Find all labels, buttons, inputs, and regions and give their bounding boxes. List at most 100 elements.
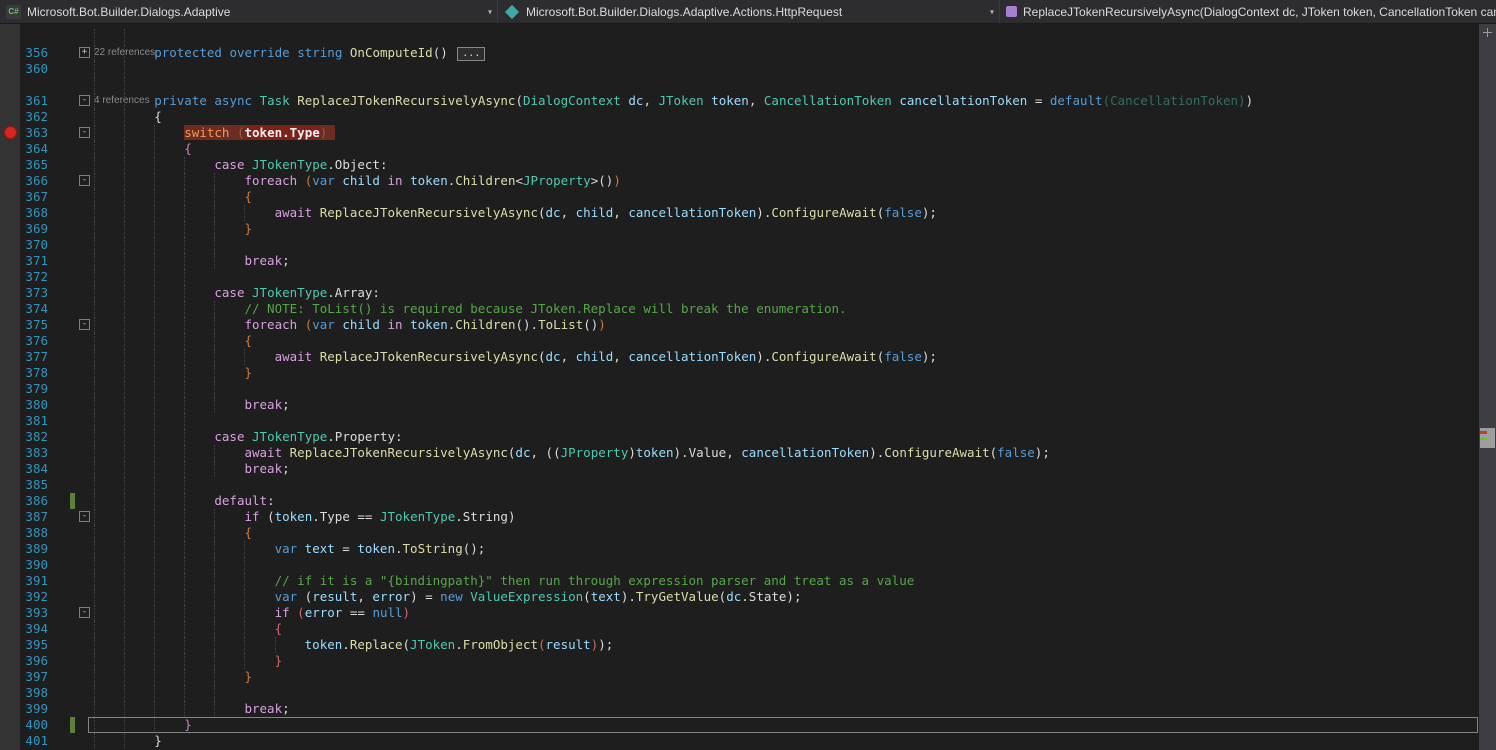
breakpoint-margin[interactable] [0, 301, 20, 317]
line-number[interactable]: 386 [20, 493, 48, 509]
code-content[interactable]: 22 references [94, 29, 1479, 58]
line-number[interactable]: 398 [20, 685, 48, 701]
scrollbar-splitter-grip[interactable] [1479, 24, 1496, 41]
code-content[interactable]: protected override string OnComputeId() … [94, 45, 1479, 61]
code-content[interactable]: { [94, 189, 1479, 205]
line-number[interactable]: 391 [20, 573, 48, 589]
collapsed-region-box[interactable]: ... [457, 46, 486, 61]
code-content[interactable]: } [94, 669, 1479, 685]
breakpoint-margin[interactable] [0, 429, 20, 445]
breakpoint-margin[interactable] [0, 733, 20, 749]
code-content[interactable]: foreach (var child in token.Children<JPr… [94, 173, 1479, 189]
breakpoint-margin[interactable] [0, 653, 20, 669]
line-number[interactable]: 363 [20, 125, 48, 141]
code-content[interactable]: } [94, 221, 1479, 237]
line-number[interactable]: 387 [20, 509, 48, 525]
code-content[interactable] [94, 557, 1479, 573]
breakpoint-margin[interactable] [0, 157, 20, 173]
line-number[interactable]: 389 [20, 541, 48, 557]
breakpoint-margin[interactable] [0, 717, 20, 733]
code-content[interactable]: break; [94, 701, 1479, 717]
breakpoint-margin[interactable] [0, 365, 20, 381]
expand-region-button[interactable]: + [79, 47, 90, 58]
line-number[interactable]: 370 [20, 237, 48, 253]
breakpoint-margin[interactable] [0, 317, 20, 333]
code-content[interactable]: { [94, 525, 1479, 541]
breakpoint-margin[interactable] [0, 237, 20, 253]
line-number[interactable]: 371 [20, 253, 48, 269]
code-content[interactable]: break; [94, 461, 1479, 477]
collapse-region-button[interactable]: - [79, 319, 90, 330]
breakpoint-margin[interactable] [0, 573, 20, 589]
code-content[interactable]: case JTokenType.Property: [94, 429, 1479, 445]
code-content[interactable]: { [94, 621, 1479, 637]
code-content[interactable] [94, 413, 1479, 429]
collapse-region-button[interactable]: - [79, 175, 90, 186]
breakpoint-margin[interactable] [0, 29, 20, 45]
line-number[interactable]: 364 [20, 141, 48, 157]
line-number[interactable]: 379 [20, 381, 48, 397]
code-content[interactable]: { [94, 109, 1479, 125]
breakpoint-margin[interactable] [0, 333, 20, 349]
breakpoint-margin[interactable] [0, 669, 20, 685]
breakpoint-margin[interactable] [0, 589, 20, 605]
line-number[interactable]: 360 [20, 61, 48, 77]
line-number[interactable]: 368 [20, 205, 48, 221]
breakpoint-margin[interactable] [0, 397, 20, 413]
breakpoint-indicator[interactable] [3, 126, 17, 139]
breakpoint-margin[interactable] [0, 541, 20, 557]
line-number[interactable]: 372 [20, 269, 48, 285]
line-number[interactable]: 374 [20, 301, 48, 317]
code-content[interactable]: await ReplaceJTokenRecursivelyAsync(dc, … [94, 349, 1479, 365]
code-content[interactable]: break; [94, 397, 1479, 413]
code-content[interactable]: } [94, 717, 1479, 733]
code-content[interactable]: // NOTE: ToList() is required because JT… [94, 301, 1479, 317]
line-number[interactable]: 385 [20, 477, 48, 493]
code-content[interactable]: case JTokenType.Object: [94, 157, 1479, 173]
breakpoint-margin[interactable] [0, 557, 20, 573]
line-number[interactable]: 401 [20, 733, 48, 749]
code-content[interactable]: var text = token.ToString(); [94, 541, 1479, 557]
code-content[interactable] [94, 477, 1479, 493]
project-dropdown[interactable]: C# Microsoft.Bot.Builder.Dialogs.Adaptiv… [0, 0, 497, 23]
breakpoint-margin[interactable] [0, 525, 20, 541]
code-content[interactable]: } [94, 365, 1479, 381]
line-number[interactable]: 395 [20, 637, 48, 653]
code-content[interactable]: // if it is a "{bindingpath}" then run t… [94, 573, 1479, 589]
line-number[interactable]: 378 [20, 365, 48, 381]
breakpoint-margin[interactable] [0, 621, 20, 637]
breakpoint-margin[interactable] [0, 205, 20, 221]
code-content[interactable]: } [94, 653, 1479, 669]
code-content[interactable]: { [94, 333, 1479, 349]
line-number[interactable]: 375 [20, 317, 48, 333]
collapse-region-button[interactable]: - [79, 607, 90, 618]
breakpoint-margin[interactable] [0, 61, 20, 77]
breakpoint-margin[interactable] [0, 173, 20, 189]
line-number[interactable]: 392 [20, 589, 48, 605]
code-content[interactable]: 4 references [94, 77, 1479, 106]
line-number[interactable]: 369 [20, 221, 48, 237]
breakpoint-margin[interactable] [0, 493, 20, 509]
code-content[interactable] [94, 61, 1479, 77]
code-content[interactable]: break; [94, 253, 1479, 269]
breakpoint-margin[interactable] [0, 93, 20, 109]
breakpoint-margin[interactable] [0, 125, 20, 141]
code-content[interactable]: switch (token.Type) [94, 125, 1479, 141]
breakpoint-margin[interactable] [0, 445, 20, 461]
collapse-region-button[interactable]: - [79, 95, 90, 106]
line-number[interactable]: 400 [20, 717, 48, 733]
breakpoint-margin[interactable] [0, 605, 20, 621]
code-content[interactable]: } [94, 733, 1479, 749]
code-content[interactable]: private async Task ReplaceJTokenRecursiv… [94, 93, 1479, 109]
code-content[interactable]: case JTokenType.Array: [94, 285, 1479, 301]
breakpoint-margin[interactable] [0, 109, 20, 125]
line-number[interactable]: 377 [20, 349, 48, 365]
line-number[interactable]: 361 [20, 93, 48, 109]
code-content[interactable]: if (token.Type == JTokenType.String) [94, 509, 1479, 525]
breakpoint-margin[interactable] [0, 189, 20, 205]
code-content[interactable]: foreach (var child in token.Children().T… [94, 317, 1479, 333]
line-number[interactable]: 383 [20, 445, 48, 461]
code-content[interactable]: await ReplaceJTokenRecursivelyAsync(dc, … [94, 205, 1479, 221]
code-content[interactable]: { [94, 141, 1479, 157]
vertical-scrollbar[interactable] [1479, 24, 1496, 750]
